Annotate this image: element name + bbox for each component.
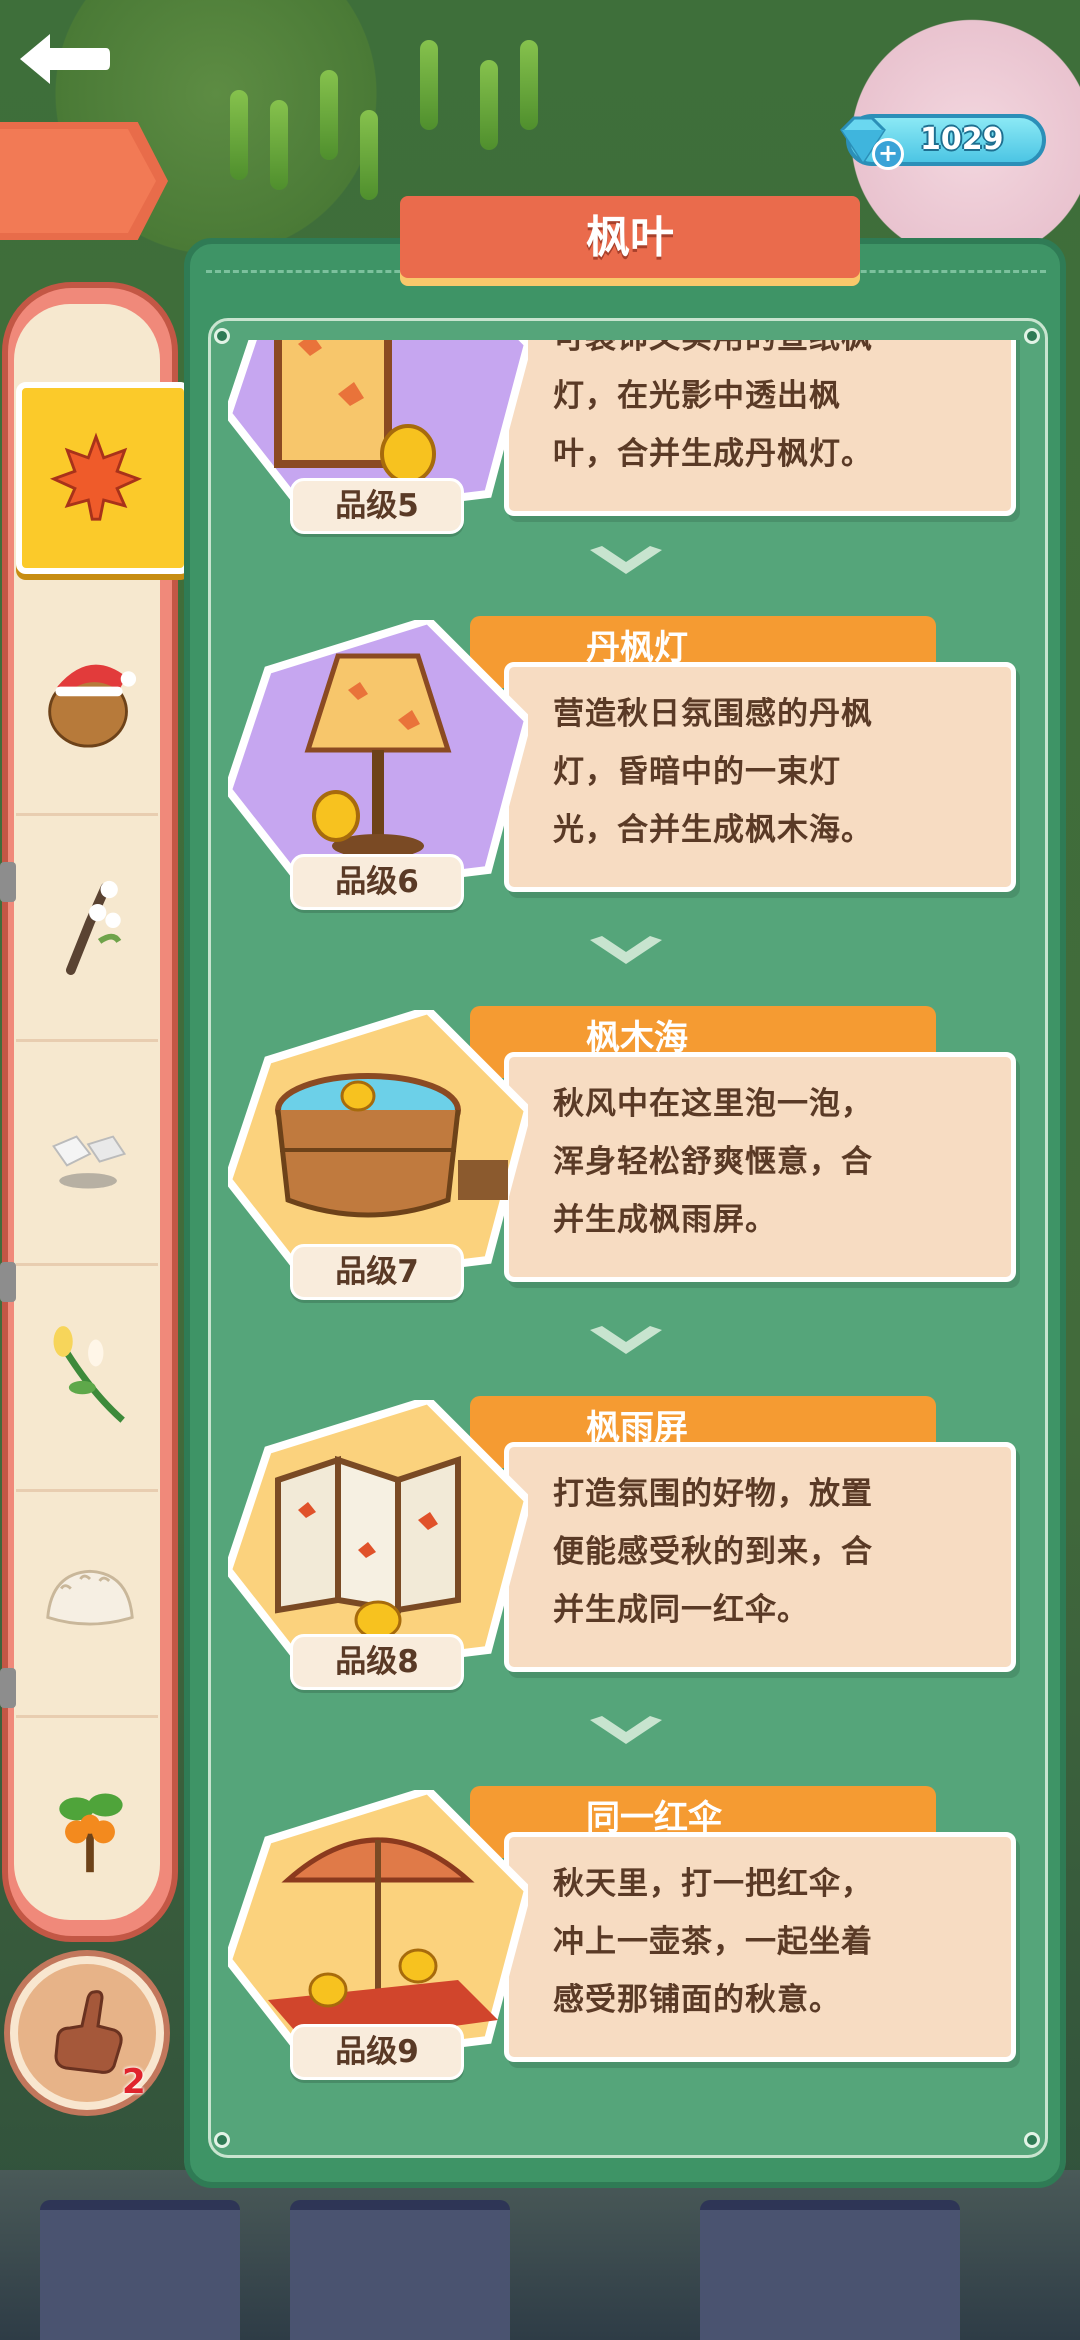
desc-line: 秋天里，打一把红伞， (553, 1866, 873, 1902)
sidebar-hinge (0, 862, 16, 902)
item-description: 秋天里，打一把红伞， 冲上一壶茶，一起坐着 感受那铺面的秋意。 (504, 1832, 1016, 2062)
sidebar-hinge (0, 1262, 16, 1302)
desc-line: 并生成枫雨屏。 (553, 1202, 777, 1238)
item-description: 可装饰又实用的宣纸枫 灯，在光影中透出枫 叶，合并生成丹枫灯。 (504, 340, 1016, 516)
page-title: 枫叶 (586, 212, 674, 263)
maple-leaf-icon (49, 432, 143, 521)
add-gems-button[interactable]: + (872, 138, 904, 170)
desc-line: 便能感受秋的到来，合 (553, 1534, 873, 1570)
sidebar-item-orange-sapling[interactable] (16, 1722, 158, 1944)
sidebar-hinge (0, 1668, 16, 1708)
christmas-potato-icon (48, 664, 137, 748)
hint-count-badge: 2 (122, 2062, 146, 2102)
item-card[interactable]: 丹枫灯 营造秋日氛围感的丹枫 灯，昏暗中的一束灯 光，合并生成枫木海。 品级6 (214, 616, 1040, 936)
red-umbrella-art (228, 1790, 528, 2062)
grade-label: 品级7 (290, 1244, 464, 1300)
folding-screen-art (228, 1400, 528, 1672)
desc-line: 可装饰又实用的宣纸枫 (553, 340, 985, 367)
grade-label: 品级5 (290, 478, 464, 534)
orange-sapling-icon (59, 1793, 123, 1873)
desc-line: 感受那铺面的秋意。 (553, 1982, 841, 2018)
sidebar-item-christmas-potato[interactable] (16, 594, 158, 816)
plant-sprite (320, 70, 338, 160)
item-card[interactable]: 可装饰又实用的宣纸枫 灯，在光影中透出枫 叶，合并生成丹枫灯。 品级5 (214, 340, 1040, 560)
wooden-bath-art (228, 1010, 528, 1282)
sidebar-item-dumpling[interactable] (16, 1496, 158, 1718)
plant-sprite (520, 40, 538, 130)
item-card[interactable]: 同一红伞 秋天里，打一把红伞， 冲上一壶茶，一起坐着 感受那铺面的秋意。 品级9 (214, 1786, 1040, 2106)
plant-sprite (360, 110, 378, 200)
desc-line: 灯，昏暗中的一束灯 (553, 754, 841, 790)
gem-count: 1029 (920, 122, 1004, 157)
flower-sprig-icon (53, 1326, 125, 1423)
item-description: 打造氛围的好物，放置 便能感受秋的到来，合 并生成同一红伞。 (504, 1442, 1016, 1672)
plant-sprite (420, 40, 438, 130)
desc-line: 营造秋日氛围感的丹枫 (553, 696, 873, 732)
house-sprite (40, 2200, 240, 2340)
desc-line: 浑身轻松舒爽惬意，合 (553, 1144, 873, 1180)
sidebar-item-flower-sprig[interactable] (16, 1270, 158, 1492)
pointing-hand-icon (54, 1990, 123, 2074)
cotton-branch-icon (66, 880, 122, 975)
back-button[interactable] (0, 122, 168, 240)
desc-line: 冲上一壶茶，一起坐着 (553, 1924, 873, 1960)
sidebar-item-cotton-branch[interactable] (16, 820, 158, 1042)
sidebar-item-maple-leaf[interactable] (16, 382, 190, 574)
back-arrow-icon (20, 34, 110, 84)
grade-label: 品级8 (290, 1634, 464, 1690)
sidebar-item-sugar-cubes[interactable] (16, 1044, 158, 1266)
desc-line: 并生成同一红伞。 (553, 1592, 809, 1628)
sugar-cubes-icon (52, 1135, 127, 1189)
floor-lamp-art (228, 620, 528, 892)
house-sprite (290, 2200, 510, 2340)
desc-line: 灯，在光影中透出枫 (553, 378, 841, 414)
item-card[interactable]: 枫雨屏 打造氛围的好物，放置 便能感受秋的到来，合 并生成同一红伞。 品级8 (214, 1396, 1040, 1716)
plant-sprite (480, 60, 498, 150)
plant-sprite (230, 90, 248, 180)
chevron-down-icon (590, 1716, 662, 1744)
desc-line: 叶，合并生成丹枫灯。 (553, 436, 873, 472)
desc-line: 打造氛围的好物，放置 (553, 1476, 873, 1512)
desc-line: 秋风中在这里泡一泡， (553, 1086, 873, 1122)
town-backdrop (0, 2170, 1080, 2340)
chevron-down-icon (590, 936, 662, 964)
house-sprite (700, 2200, 960, 2340)
item-list[interactable]: 可装饰又实用的宣纸枫 灯，在光影中透出枫 叶，合并生成丹枫灯。 品级5 丹枫灯 … (214, 340, 1040, 2150)
chevron-down-icon (590, 1326, 662, 1354)
item-description: 秋风中在这里泡一泡， 浑身轻松舒爽惬意，合 并生成枫雨屏。 (504, 1052, 1016, 1282)
grade-label: 品级9 (290, 2024, 464, 2080)
item-description: 营造秋日氛围感的丹枫 灯，昏暗中的一束灯 光，合并生成枫木海。 (504, 662, 1016, 892)
dumpling-icon (46, 1569, 134, 1626)
grade-label: 品级6 (290, 854, 464, 910)
chevron-down-icon (590, 546, 662, 574)
plant-sprite (270, 100, 288, 190)
desc-line: 光，合并生成枫木海。 (553, 812, 873, 848)
item-card[interactable]: 枫木海 秋风中在这里泡一泡， 浑身轻松舒爽惬意，合 并生成枫雨屏。 品级7 (214, 1006, 1040, 1326)
